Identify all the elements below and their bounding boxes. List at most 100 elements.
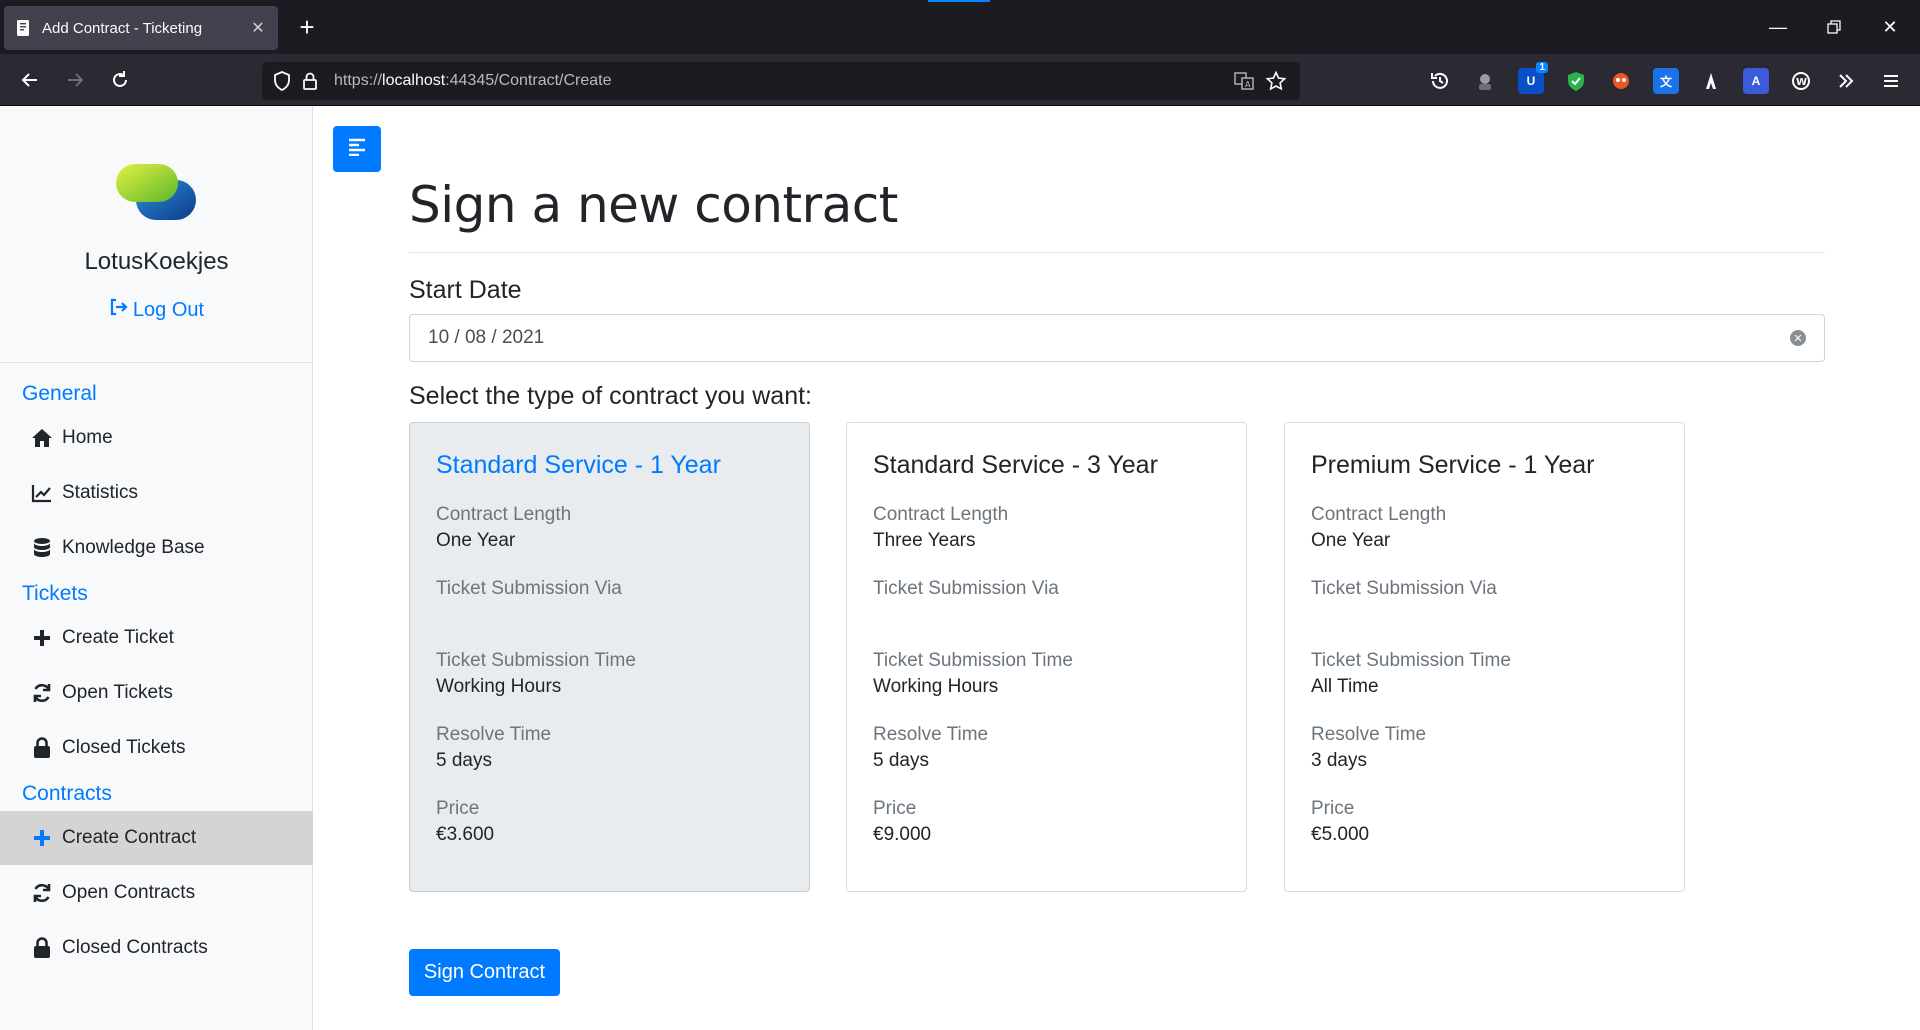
contract-card[interactable]: Standard Service - 1 Year Contract Length… <box>409 422 810 892</box>
sidebar-item-create-contract[interactable]: Create Contract <box>0 811 313 865</box>
tab-close-icon[interactable]: ✕ <box>248 18 268 38</box>
contract-field-length: Contract Length One Year <box>1311 502 1658 554</box>
contract-field-value: 5 days <box>436 750 492 771</box>
sidebar-section-tickets: Tickets <box>22 582 88 605</box>
history-icon[interactable] <box>1427 68 1453 94</box>
contract-field-value <box>873 602 1220 626</box>
bookmark-star-icon[interactable] <box>1264 69 1288 93</box>
contract-field-value: €5.000 <box>1311 824 1370 845</box>
sidebar-item-closed-tickets[interactable]: Closed Tickets <box>0 721 313 775</box>
shield-extension-icon[interactable] <box>1563 68 1589 94</box>
sidebar-item-home[interactable]: Home <box>0 411 313 465</box>
browser-tab-active[interactable]: Add Contract - Ticketing ✕ <box>4 6 278 50</box>
sidebar-item-create-ticket[interactable]: Create Ticket <box>0 611 313 665</box>
clear-date-icon[interactable]: ✕ <box>1790 330 1806 346</box>
incognito-extension-icon[interactable] <box>1472 68 1498 94</box>
page-title: Sign a new contract <box>409 176 898 234</box>
contract-field-time: Ticket Submission Time All Time <box>1311 648 1658 700</box>
ublock-extension-icon[interactable]: U1 <box>1518 62 1548 94</box>
sidebar-item-label: Closed Contracts <box>62 937 208 958</box>
sidebar-item-label: Closed Tickets <box>62 737 186 758</box>
sidebar-item-statistics[interactable]: Statistics <box>0 466 313 520</box>
contract-field-value: Three Years <box>873 530 976 551</box>
extension-badge: 1 <box>1536 62 1548 73</box>
address-bar[interactable]: https://localhost:44345/Contract/Create … <box>262 62 1300 100</box>
forward-button[interactable] <box>57 62 93 98</box>
url-text: https://localhost:44345/Contract/Create <box>334 72 612 90</box>
more-tools-chevron-icon[interactable] <box>1833 68 1859 94</box>
contract-field-label: Resolve Time <box>436 724 552 745</box>
translator-extension-icon[interactable]: 文 <box>1653 68 1679 94</box>
contract-field-resolve: Resolve Time 3 days <box>1311 722 1658 774</box>
contract-card-title: Premium Service - 1 Year <box>1311 451 1595 479</box>
home-icon <box>30 426 54 450</box>
url-scheme: https:// <box>334 72 383 89</box>
sidebar-item-closed-contracts[interactable]: Closed Contracts <box>0 921 313 975</box>
contract-field-via: Ticket Submission Via <box>436 576 783 626</box>
site-lock-icon[interactable] <box>298 69 322 93</box>
sidebar-toggle-button[interactable] <box>333 126 381 172</box>
contract-field-value <box>1311 602 1658 626</box>
sidebar-item-label: Create Contract <box>62 827 197 848</box>
contract-field-value: €9.000 <box>873 824 932 845</box>
sidebar-item-label: Create Ticket <box>62 627 174 648</box>
contract-field-label: Ticket Submission Via <box>873 578 1059 599</box>
language-tool-icon[interactable]: A <box>1743 68 1769 94</box>
tracking-protection-shield-icon[interactable] <box>270 69 294 93</box>
tab-bar: Add Contract - Ticketing ✕ + — ✕ <box>0 0 1920 54</box>
contract-field-resolve: Resolve Time 5 days <box>436 722 783 774</box>
sync-icon <box>30 881 54 905</box>
svg-text:W: W <box>1796 77 1807 88</box>
contract-field-value: €3.600 <box>436 824 495 845</box>
sidebar-item-knowledge-base[interactable]: Knowledge Base <box>0 521 313 575</box>
new-tab-button[interactable]: + <box>292 12 322 42</box>
contract-card-title: Standard Service - 1 Year <box>436 451 721 479</box>
contract-field-label: Contract Length <box>436 504 572 525</box>
logout-link[interactable]: Log Out <box>0 298 313 322</box>
contract-field-label: Ticket Submission Time <box>1311 650 1511 671</box>
contract-field-price: Price €5.000 <box>1311 796 1658 848</box>
privacy-badger-icon[interactable] <box>1608 68 1634 94</box>
lock-icon <box>30 936 54 960</box>
contract-field-label: Contract Length <box>1311 504 1447 525</box>
restore-window-button[interactable] <box>1812 10 1856 44</box>
sidebar-item-open-contracts[interactable]: Open Contracts <box>0 866 313 920</box>
start-date-input[interactable]: 10 / 08 / 2021 ✕ <box>409 314 1825 362</box>
wappalyzer-icon[interactable]: W <box>1788 68 1814 94</box>
tab-loading-indicator <box>928 0 990 2</box>
contract-card[interactable]: Standard Service - 3 Year Contract Length… <box>846 422 1247 892</box>
sidebar-item-label: Open Contracts <box>62 882 196 903</box>
browser-chrome: Add Contract - Ticketing ✕ + — ✕ https:/… <box>0 0 1920 106</box>
contract-field-via: Ticket Submission Via <box>1311 576 1658 626</box>
reader-extension-icon[interactable] <box>1698 68 1724 94</box>
contract-field-label: Ticket Submission Time <box>873 650 1073 671</box>
translate-page-icon[interactable]: A <box>1232 69 1256 93</box>
contract-field-label: Ticket Submission Via <box>1311 578 1497 599</box>
contract-field-label: Resolve Time <box>873 724 989 745</box>
contract-card[interactable]: Premium Service - 1 Year Contract Length O… <box>1284 422 1685 892</box>
reload-button[interactable] <box>102 62 138 98</box>
minimize-window-button[interactable]: — <box>1756 10 1800 44</box>
sidebar-section-contracts: Contracts <box>22 782 112 805</box>
navigation-toolbar: https://localhost:44345/Contract/Create … <box>0 54 1920 106</box>
url-host: localhost <box>382 72 446 89</box>
sidebar-item-label: Open Tickets <box>62 682 173 703</box>
sidebar-divider <box>0 362 313 363</box>
contract-field-value: All Time <box>1311 676 1379 697</box>
start-date-value: 10 / 08 / 2021 <box>428 327 545 348</box>
back-button[interactable] <box>12 62 48 98</box>
contract-field-resolve: Resolve Time 5 days <box>873 722 1220 774</box>
sidebar-section-general: General <box>22 382 97 405</box>
svg-text:A: A <box>1245 80 1251 89</box>
contract-field-label: Ticket Submission Time <box>436 650 636 671</box>
sidebar-item-label: Statistics <box>62 482 139 503</box>
page-favicon-icon <box>14 18 34 38</box>
sign-contract-button[interactable]: Sign Contract <box>409 949 560 996</box>
contract-field-value: One Year <box>436 530 516 551</box>
contract-field-label: Ticket Submission Via <box>436 578 622 599</box>
close-window-button[interactable]: ✕ <box>1868 10 1912 44</box>
hamburger-menu-icon[interactable] <box>1878 68 1904 94</box>
contract-type-label: Select the type of contract you want: <box>409 382 813 410</box>
plus-icon <box>30 826 54 850</box>
sidebar-item-open-tickets[interactable]: Open Tickets <box>0 666 313 720</box>
